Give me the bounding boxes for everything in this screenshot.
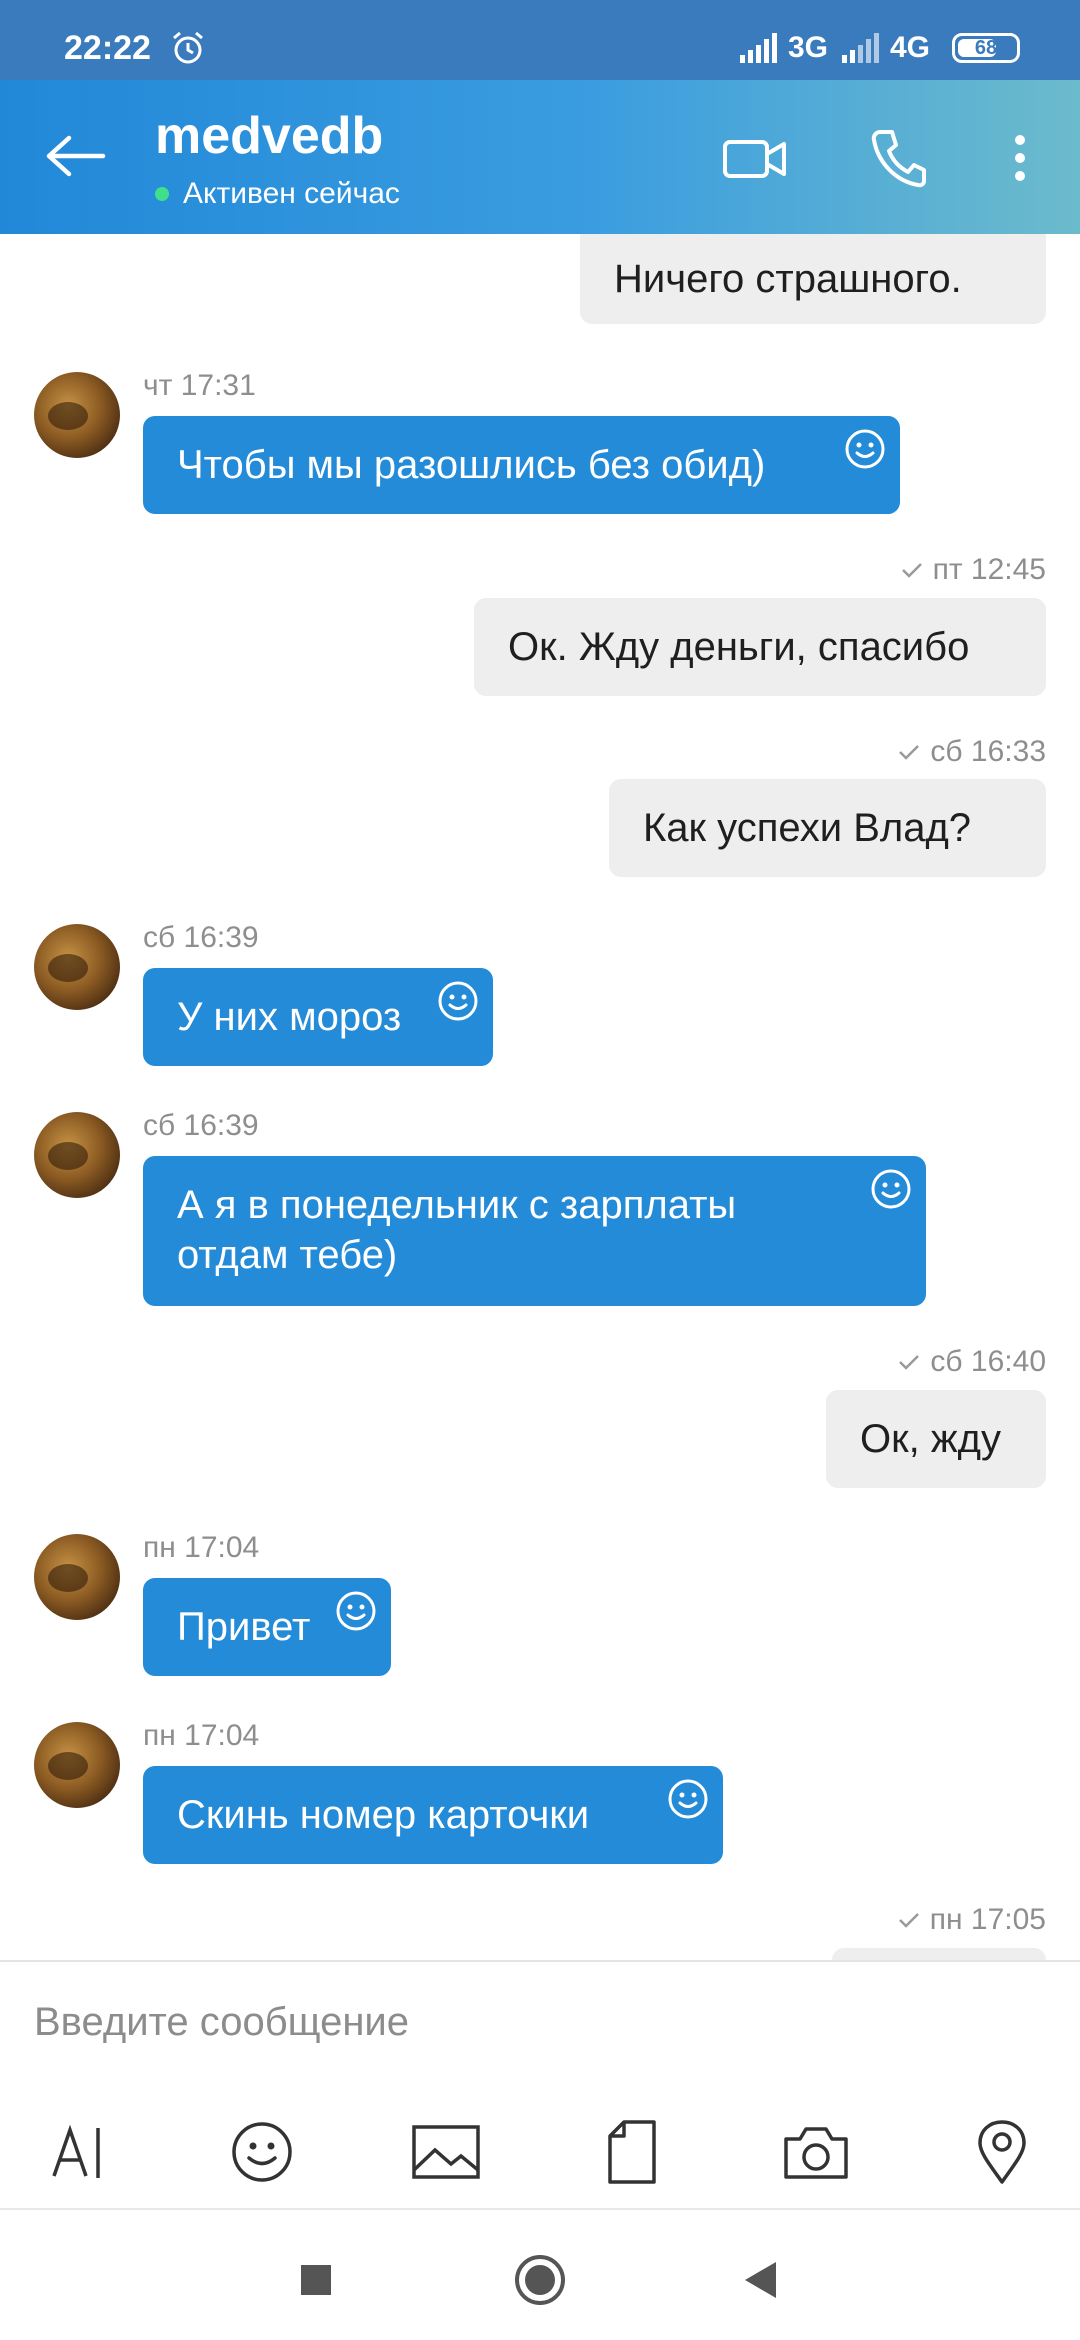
message-time: сб 16:39 — [143, 1109, 259, 1142]
read-check-icon — [898, 1913, 919, 1928]
message-time: чт 17:31 — [143, 369, 256, 402]
online-dot-icon — [155, 187, 169, 201]
emoji-icon — [232, 2122, 292, 2182]
reaction-smile-icon[interactable] — [437, 980, 479, 1022]
message-bubble-outgoing[interactable]: Ничего страшного. — [580, 234, 1046, 324]
network-type-2: 4G — [889, 31, 930, 64]
message-list[interactable]: Ничего страшного. чт 17:31 Чтобы мы разо… — [0, 234, 1080, 1960]
file-button[interactable] — [592, 2112, 672, 2192]
message-text: А я в понедельник с зарплаты отдам тебе) — [177, 1183, 737, 1277]
status-time: 22:22 — [64, 29, 151, 67]
battery-percent: 68 — [974, 36, 998, 59]
avatar[interactable] — [34, 372, 120, 458]
message-bubble-incoming[interactable]: Скинь номер карточки — [143, 1766, 723, 1864]
message-text: Чтобы мы разошлись без обид) — [177, 443, 766, 487]
recents-square-icon — [301, 2265, 331, 2295]
message-time: сб 16:40 — [898, 1344, 1046, 1380]
signal-icon — [841, 33, 879, 63]
call-button[interactable] — [860, 120, 936, 196]
message-bubble-outgoing[interactable] — [832, 1948, 1046, 1960]
read-check-icon — [901, 563, 922, 578]
message-input[interactable] — [34, 1982, 1044, 2062]
system-nav-bar — [0, 2210, 1080, 2340]
recents-button[interactable] — [276, 2240, 356, 2320]
status-indicators: 3G 4G 68 — [739, 28, 1020, 68]
alarm-icon — [170, 30, 206, 66]
avatar[interactable] — [34, 1112, 120, 1198]
back-nav-button[interactable] — [720, 2240, 800, 2320]
message-text: У них мороз — [177, 995, 402, 1039]
chat-header: medvedb Активен сейчас — [0, 80, 1080, 234]
presence-label: Активен сейчас — [183, 177, 400, 210]
more-vertical-icon — [1015, 135, 1025, 181]
text-format-icon — [52, 2124, 100, 2178]
avatar[interactable] — [34, 924, 120, 1010]
chat-title: medvedb — [155, 107, 384, 165]
read-check-icon — [899, 745, 920, 760]
avatar[interactable] — [34, 1534, 120, 1620]
message-text: Скинь номер карточки — [177, 1793, 590, 1837]
composer — [0, 1960, 1080, 2210]
phone-icon — [871, 130, 926, 188]
message-time-label: сб 16:40 — [930, 1345, 1046, 1378]
video-call-button[interactable] — [720, 124, 790, 194]
reaction-smile-icon[interactable] — [335, 1590, 377, 1632]
reaction-smile-icon[interactable] — [667, 1778, 709, 1820]
message-bubble-outgoing[interactable]: Как успехи Влад? — [609, 779, 1046, 877]
message-time-label: пн 17:05 — [929, 1903, 1046, 1936]
message-bubble-incoming[interactable]: У них мороз — [143, 968, 493, 1066]
location-icon — [978, 2120, 1026, 2184]
message-text: Ок. Жду деньги, спасибо — [508, 625, 970, 669]
message-text: Как успехи Влад? — [643, 806, 972, 850]
message-text: Ок, жду — [860, 1417, 1001, 1461]
message-time: пн 17:04 — [143, 1719, 260, 1752]
presence-status: Активен сейчас — [155, 176, 400, 212]
camera-icon — [784, 2127, 848, 2179]
text-format-button[interactable] — [38, 2112, 118, 2192]
image-icon — [412, 2125, 480, 2179]
message-text: Ничего страшного. — [614, 257, 962, 301]
message-time-label: сб 16:33 — [930, 735, 1046, 768]
battery-icon: 68 — [952, 33, 1020, 63]
reaction-smile-icon[interactable] — [870, 1168, 912, 1210]
avatar[interactable] — [34, 1722, 120, 1808]
camera-button[interactable] — [776, 2112, 856, 2192]
signal-icon — [739, 33, 777, 63]
message-bubble-incoming[interactable]: Привет — [143, 1578, 391, 1676]
message-time: сб 16:39 — [143, 921, 259, 954]
message-time: пн 17:05 — [898, 1902, 1046, 1938]
video-call-icon — [723, 140, 786, 178]
message-time: пн 17:04 — [143, 1531, 260, 1564]
message-bubble-incoming[interactable]: А я в понедельник с зарплаты отдам тебе) — [143, 1156, 926, 1306]
home-circle-icon — [515, 2255, 565, 2305]
message-bubble-outgoing[interactable]: Ок. Жду деньги, спасибо — [474, 598, 1046, 696]
back-arrow-icon — [46, 135, 106, 177]
composer-toolbar — [0, 2112, 1080, 2202]
reaction-smile-icon[interactable] — [844, 428, 886, 470]
back-button[interactable] — [40, 116, 112, 196]
back-triangle-icon — [745, 2262, 776, 2298]
location-button[interactable] — [962, 2112, 1042, 2192]
message-time: пт 12:45 — [901, 552, 1046, 588]
message-time: сб 16:33 — [898, 734, 1046, 770]
home-button[interactable] — [500, 2240, 580, 2320]
more-menu-button[interactable] — [996, 118, 1044, 198]
message-bubble-incoming[interactable]: Чтобы мы разошлись без обид) — [143, 416, 900, 514]
image-button[interactable] — [406, 2112, 486, 2192]
network-type-1: 3G — [787, 31, 828, 64]
file-icon — [608, 2120, 656, 2184]
emoji-button[interactable] — [222, 2112, 302, 2192]
message-time-label: пт 12:45 — [932, 553, 1046, 586]
message-bubble-outgoing[interactable]: Ок, жду — [826, 1390, 1046, 1488]
status-bar: 22:22 3G 4G 68 — [0, 0, 1080, 80]
message-text: Привет — [177, 1605, 311, 1649]
read-check-icon — [899, 1355, 920, 1370]
